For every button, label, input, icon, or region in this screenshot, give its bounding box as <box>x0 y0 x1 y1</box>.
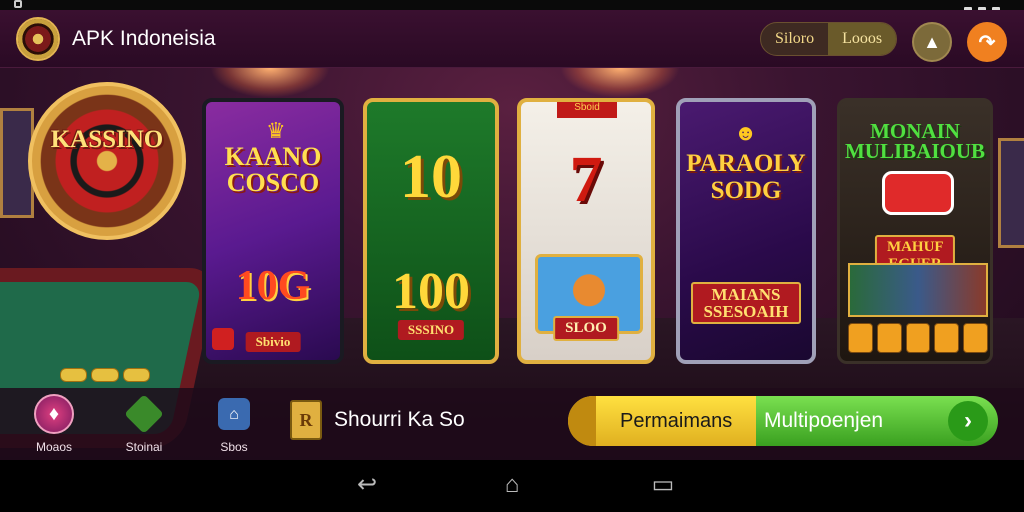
app-title: APK Indoneisia <box>72 27 216 50</box>
roulette-logo-icon[interactable] <box>16 17 60 61</box>
mode-cta: Permaimans Multipoenjen › <box>568 396 998 446</box>
card-title: MONAIN MULIBAIOUB <box>844 119 986 163</box>
card-banner: SLOO <box>553 316 619 341</box>
card-number-bottom: 100 <box>392 263 470 320</box>
scroll-icon <box>568 396 596 446</box>
multiplayer-button[interactable]: Multipoenjen › <box>756 396 998 446</box>
game-card-kaano-cosco[interactable]: ♛ KAANO COSCO 10G Sbivio <box>202 98 344 364</box>
cta-right-label: Multipoenjen <box>764 409 884 432</box>
app-header: APK Indoneisia Siloro Looos ▲ ↷ <box>0 10 1024 68</box>
back-icon[interactable]: ↩ <box>352 472 382 498</box>
tab-looos[interactable]: Looos <box>828 23 897 55</box>
dice-icon: ♦ <box>34 394 74 434</box>
share-icon[interactable]: ↷ <box>967 22 1007 62</box>
treasure-icon: R <box>290 400 322 440</box>
card-number: 7 <box>569 143 603 216</box>
game-card-paraoly-sodg[interactable]: ☻ PARAOLY SODG MAIANS SSESOAIH <box>676 98 816 364</box>
mask-icon: ☻ <box>734 120 758 145</box>
card-title: PARAOLY SODG <box>686 150 806 204</box>
single-player-button[interactable]: Permaimans <box>568 396 756 446</box>
slot-symbols <box>848 323 988 353</box>
game-card-monain[interactable]: MONAIN MULIBAIOUB MAHUF EGUER <box>837 98 993 364</box>
nav-item-moaos[interactable]: ♦ Moaos <box>14 394 94 454</box>
nav-item-sbos[interactable]: ⌂ Sbos <box>194 394 274 454</box>
bottom-bar: ♦ Moaos Stoinai ⌂ Sbos R Shourri Ka So P… <box>0 388 1024 460</box>
card-number-top: 10 <box>400 143 462 211</box>
card-banner: Sbivio <box>245 332 301 352</box>
shop-label: Shourri Ka So <box>334 408 465 431</box>
recents-icon[interactable]: ▭ <box>648 472 678 498</box>
shop-button[interactable]: R Shourri Ka So <box>290 400 465 440</box>
game-card-10-100[interactable]: 10 100 SSSINO <box>363 98 499 364</box>
card-banner: SSSINO <box>397 320 465 340</box>
characters-image <box>848 263 988 317</box>
ceiling-lamp <box>560 68 680 98</box>
android-nav-bar: ↩ ⌂ ▭ <box>0 460 1024 512</box>
card-title: KAANO COSCO <box>224 142 322 197</box>
nav-label: Sbos <box>220 440 248 454</box>
status-icons <box>958 1 1010 14</box>
tab-siloro[interactable]: Siloro <box>761 23 828 55</box>
shield-status-icon <box>14 0 22 8</box>
nav-label: Stoinai <box>125 440 163 454</box>
card-number: 10G <box>235 263 311 309</box>
crown-icon: ♛ <box>266 118 286 143</box>
chip-stack <box>60 368 150 382</box>
game-card-lucky-7[interactable]: Sboid 7 SLOO <box>517 98 655 364</box>
ceiling-lamp <box>210 68 330 98</box>
card-banner: MAIANS SSESOAIH <box>691 282 801 324</box>
roulette-wheel <box>28 82 186 240</box>
roulette-label: KASSINO <box>50 126 164 153</box>
home-nav-icon[interactable]: ⌂ <box>497 472 527 498</box>
cta-left-label: Permaimans <box>620 409 733 432</box>
chevron-right-icon[interactable]: › <box>948 401 988 441</box>
wall-frame <box>998 138 1024 248</box>
nav-item-stoinai[interactable]: Stoinai <box>104 394 184 454</box>
nav-label: Moaos <box>35 440 73 454</box>
status-bar <box>0 0 1024 14</box>
dice-icon <box>212 328 234 350</box>
drum-icon <box>882 171 954 215</box>
header-tab-pill: Siloro Looos <box>760 22 898 56</box>
card-top-tag: Sboid <box>557 102 617 118</box>
shield-icon: ⌂ <box>218 398 250 430</box>
bell-icon[interactable]: ▲ <box>912 22 952 62</box>
home-icon <box>124 394 164 434</box>
